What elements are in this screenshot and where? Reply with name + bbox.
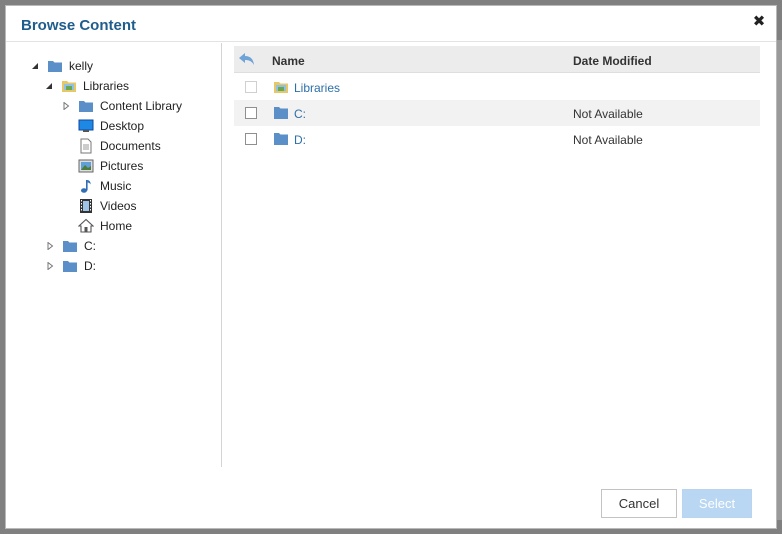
tree-item-label: Documents <box>100 139 161 153</box>
expand-arrow-icon[interactable] <box>45 241 55 251</box>
folder-icon <box>273 132 289 146</box>
column-header-date-modified[interactable]: Date Modified <box>573 54 652 68</box>
list-row-d-drive[interactable]: D: Not Available <box>234 126 760 152</box>
tree-item-kelly[interactable]: kelly <box>30 57 93 75</box>
tree-item-label: kelly <box>69 59 94 73</box>
tree-item-libraries[interactable]: Libraries <box>44 77 129 95</box>
libraries-icon <box>273 80 289 94</box>
tree-item-label: Pictures <box>100 159 144 173</box>
home-icon <box>77 218 95 234</box>
close-icon[interactable]: ✖ <box>751 14 767 30</box>
tree-item-label: Music <box>100 179 132 193</box>
libraries-icon <box>61 78 77 94</box>
select-button[interactable]: Select <box>682 489 752 518</box>
list-row-c-drive[interactable]: C: Not Available <box>234 100 760 126</box>
tree-item-label: D: <box>84 259 96 273</box>
row-checkbox[interactable] <box>245 107 257 119</box>
tree-item-content-library[interactable]: Content Library <box>61 97 182 115</box>
tree-item-label: C: <box>84 239 96 253</box>
pictures-icon <box>78 158 94 174</box>
tree-item-label: Libraries <box>83 79 130 93</box>
tree-item-label: Content Library <box>100 99 183 113</box>
folder-icon <box>78 98 94 114</box>
row-date: Not Available <box>573 133 643 147</box>
back-arrow-icon[interactable] <box>238 52 256 66</box>
folder-icon <box>47 58 63 74</box>
row-name[interactable]: C: <box>294 107 306 121</box>
row-checkbox[interactable] <box>245 133 257 145</box>
cancel-button[interactable]: Cancel <box>601 489 677 518</box>
tree-item-music[interactable]: Music <box>78 177 131 195</box>
tree-item-pictures[interactable]: Pictures <box>78 157 143 175</box>
row-name[interactable]: D: <box>294 133 306 147</box>
folder-icon <box>273 106 289 120</box>
tree-item-d-drive[interactable]: D: <box>45 257 96 275</box>
row-date: Not Available <box>573 107 643 121</box>
tree-item-home[interactable]: Home <box>77 217 133 235</box>
tree-item-label: Home <box>100 219 133 233</box>
folder-icon <box>62 258 78 274</box>
desktop-icon <box>78 118 94 134</box>
list-header: Name Date Modified <box>234 46 760 73</box>
dialog-title: Browse Content <box>21 17 137 34</box>
browse-content-dialog: Browse Content ✖ kelly Libraries Content… <box>5 5 777 529</box>
expand-arrow-icon[interactable] <box>61 101 71 111</box>
row-name[interactable]: Libraries <box>294 81 340 95</box>
collapse-arrow-icon[interactable] <box>30 61 40 71</box>
list-row-libraries[interactable]: Libraries <box>234 74 760 100</box>
tree-item-c-drive[interactable]: C: <box>45 237 96 255</box>
folder-tree: kelly Libraries Content Library Desktop … <box>6 43 222 467</box>
file-list: Name Date Modified Libraries C: Not Avai… <box>234 46 760 466</box>
folder-icon <box>62 238 78 254</box>
column-header-name[interactable]: Name <box>272 54 305 68</box>
documents-icon <box>78 138 94 154</box>
expand-arrow-icon[interactable] <box>45 261 55 271</box>
collapse-arrow-icon[interactable] <box>44 81 54 91</box>
tree-item-videos[interactable]: Videos <box>78 197 136 215</box>
videos-icon <box>78 198 94 214</box>
tree-item-desktop[interactable]: Desktop <box>78 117 144 135</box>
row-checkbox <box>245 81 257 93</box>
tree-item-label: Videos <box>100 199 137 213</box>
tree-item-label: Desktop <box>100 119 145 133</box>
tree-item-documents[interactable]: Documents <box>78 137 161 155</box>
dialog-header: Browse Content ✖ <box>6 6 776 42</box>
music-icon <box>78 178 94 194</box>
